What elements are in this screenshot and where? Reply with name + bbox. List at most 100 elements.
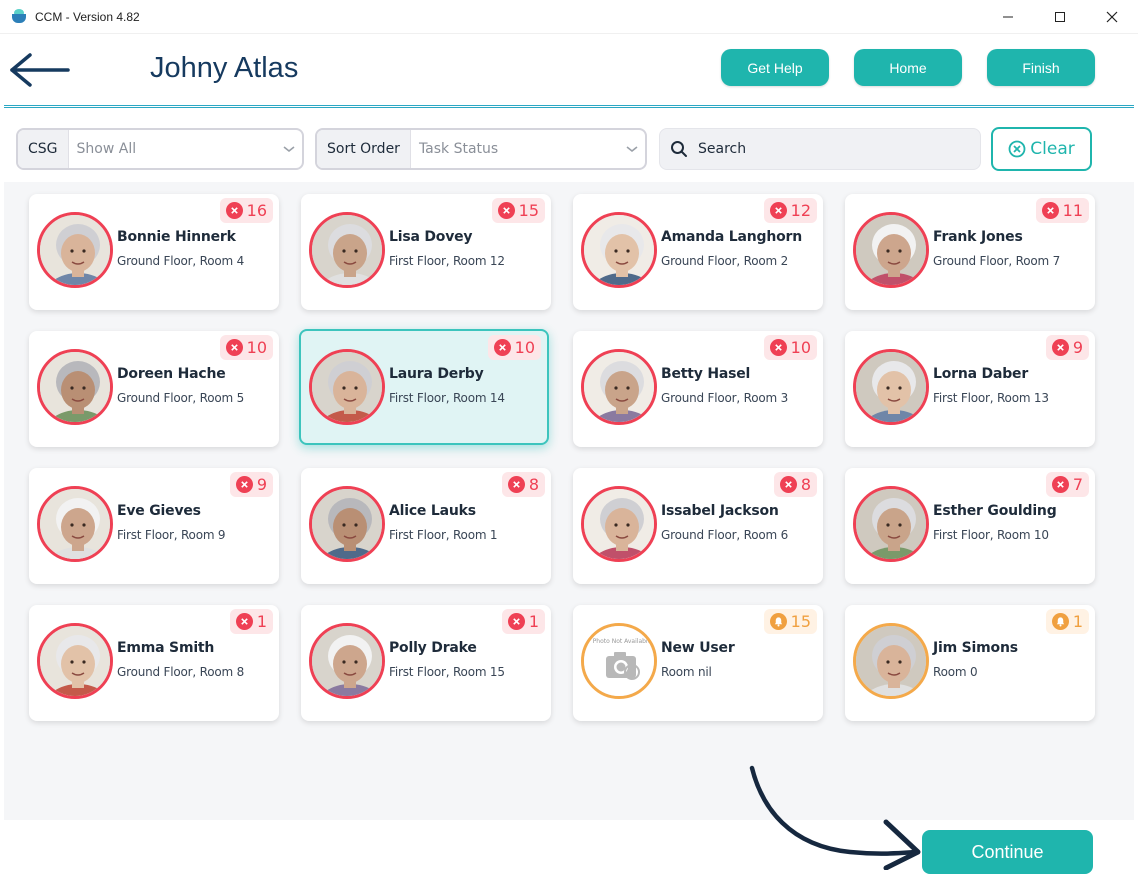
resident-name: Doreen Hache [117, 366, 226, 382]
resident-room: First Floor, Room 10 [933, 528, 1049, 542]
task-status-badge: 11 [1035, 198, 1089, 223]
csg-value: Show All [76, 141, 137, 157]
task-count: 12 [790, 201, 811, 220]
avatar [37, 212, 113, 288]
resident-card[interactable]: 1 Polly Drake First Floor, Room 15 [301, 605, 551, 721]
close-circle-icon [507, 613, 525, 630]
resident-card[interactable]: 1 Emma Smith Ground Floor, Room 8 [29, 605, 279, 721]
search-input[interactable] [698, 141, 958, 157]
resident-room: Ground Floor, Room 7 [933, 254, 1061, 268]
resident-photo [40, 626, 110, 696]
avatar [853, 212, 929, 288]
resident-photo [856, 215, 926, 285]
continue-button[interactable]: Continue [922, 830, 1093, 874]
task-status-badge: 15 [763, 609, 817, 634]
page-title: Johny Atlas [150, 52, 299, 84]
close-circle-icon [235, 476, 253, 493]
resident-card[interactable]: 10 Laura Derby First Floor, Room 14 [299, 329, 549, 445]
page-header: Johny Atlas Get Help Home Finish [4, 34, 1134, 108]
finish-button[interactable]: Finish [987, 49, 1095, 86]
close-window-button[interactable] [1086, 0, 1138, 34]
resident-room: Ground Floor, Room 8 [117, 665, 245, 679]
window-title: CCM - Version 4.82 [35, 9, 140, 24]
resident-photo [856, 626, 926, 696]
resident-room: Ground Floor, Room 2 [661, 254, 789, 268]
task-count: 10 [246, 338, 267, 357]
arrow-left-icon [10, 53, 70, 87]
task-status-badge: 9 [1045, 335, 1089, 360]
resident-card[interactable]: 8 Issabel Jackson Ground Floor, Room 6 [573, 468, 823, 584]
task-count: 9 [1072, 338, 1083, 357]
resident-photo [584, 489, 654, 559]
close-circle-icon [493, 339, 511, 356]
maximize-button[interactable] [1034, 0, 1086, 34]
task-status-badge: 10 [219, 335, 273, 360]
resident-name: Polly Drake [389, 640, 477, 656]
resident-card[interactable]: 15 Lisa Dovey First Floor, Room 12 [301, 194, 551, 310]
avatar [37, 349, 113, 425]
minimize-button[interactable] [982, 0, 1034, 34]
avatar [309, 212, 385, 288]
resident-card[interactable]: 8 Alice Lauks First Floor, Room 1 [301, 468, 551, 584]
task-status-badge: 1 [229, 609, 273, 634]
resident-card[interactable]: 16 Bonnie Hinnerk Ground Floor, Room 4 [29, 194, 279, 310]
resident-card[interactable]: 1 Jim Simons Room 0 [845, 605, 1095, 721]
resident-name: Frank Jones [933, 229, 1023, 245]
resident-name: Betty Hasel [661, 366, 751, 382]
resident-card[interactable]: 9 Eve Gieves First Floor, Room 9 [29, 468, 279, 584]
close-circle-icon [225, 339, 243, 356]
task-count: 15 [790, 612, 811, 631]
clear-circle-icon [1008, 140, 1026, 158]
resident-photo [40, 489, 110, 559]
avatar [309, 623, 385, 699]
close-circle-icon [497, 202, 515, 219]
resident-card[interactable]: 11 Frank Jones Ground Floor, Room 7 [845, 194, 1095, 310]
window-controls [982, 0, 1138, 34]
resident-room: Room nil [661, 665, 712, 679]
header-divider [4, 105, 1134, 108]
get-help-button[interactable]: Get Help [721, 49, 829, 86]
resident-name: Amanda Langhorn [661, 229, 802, 245]
resident-card[interactable]: 12 Amanda Langhorn Ground Floor, Room 2 [573, 194, 823, 310]
resident-name: Laura Derby [389, 366, 484, 382]
avatar [853, 623, 929, 699]
resident-room: Ground Floor, Room 6 [661, 528, 789, 542]
close-circle-icon [235, 613, 253, 630]
csg-select[interactable]: CSG Show All [16, 128, 304, 170]
sort-order-select[interactable]: Sort Order Task Status [315, 128, 647, 170]
resident-photo [584, 352, 654, 422]
avatar [581, 212, 657, 288]
close-circle-icon [769, 202, 787, 219]
task-status-badge: 12 [763, 198, 817, 223]
task-status-badge: 1 [1045, 609, 1089, 634]
resident-card[interactable]: 10 Betty Hasel Ground Floor, Room 3 [573, 331, 823, 447]
app-logo-icon [11, 8, 27, 25]
minimize-icon [1003, 16, 1013, 18]
task-status-badge: 10 [763, 335, 817, 360]
avatar [37, 623, 113, 699]
page-footer: Continue [4, 820, 1134, 884]
sort-order-value: Task Status [418, 141, 499, 157]
maximize-icon [1055, 12, 1065, 22]
resident-card[interactable]: Photo Not Available 15 New User Room nil [573, 605, 823, 721]
annotation-arrow-icon [749, 765, 921, 870]
resident-photo [584, 215, 654, 285]
window-titlebar: CCM - Version 4.82 [0, 0, 1138, 34]
task-status-badge: 9 [229, 472, 273, 497]
back-button[interactable] [8, 52, 72, 88]
resident-photo [40, 215, 110, 285]
resident-card[interactable]: 9 Lorna Daber First Floor, Room 13 [845, 331, 1095, 447]
close-circle-icon [225, 202, 243, 219]
avatar [853, 486, 929, 562]
clear-button[interactable]: Clear [991, 127, 1092, 171]
home-button[interactable]: Home [854, 49, 962, 86]
resident-name: Eve Gieves [117, 503, 201, 519]
resident-name: Issabel Jackson [661, 503, 779, 519]
resident-room: First Floor, Room 13 [933, 391, 1049, 405]
search-box[interactable] [659, 128, 981, 170]
resident-card[interactable]: 10 Doreen Hache Ground Floor, Room 5 [29, 331, 279, 447]
resident-room: First Floor, Room 1 [389, 528, 498, 542]
camera-icon [584, 626, 654, 696]
bell-icon [769, 613, 787, 630]
resident-card[interactable]: 7 Esther Goulding First Floor, Room 10 [845, 468, 1095, 584]
